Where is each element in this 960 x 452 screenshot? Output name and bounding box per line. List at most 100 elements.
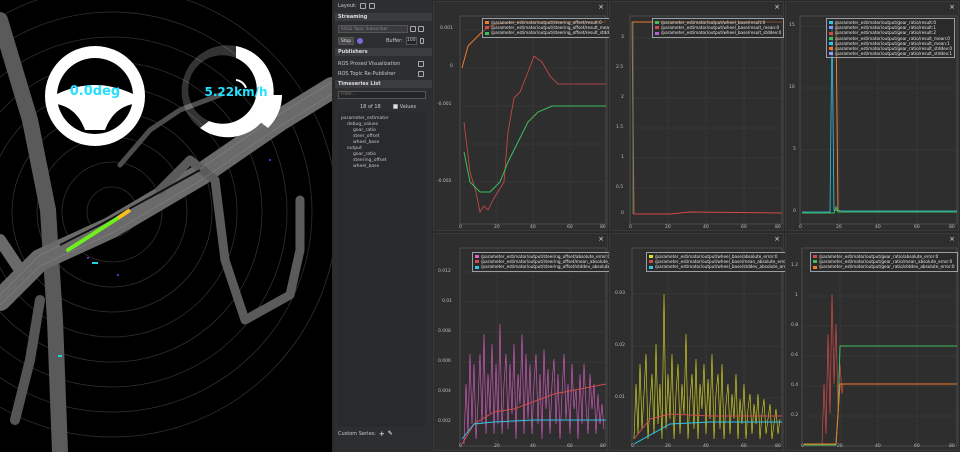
tree-item[interactable]: debug_values — [347, 122, 378, 127]
axis-tick-label: 60 — [741, 225, 747, 230]
close-plot-icon[interactable]: × — [774, 3, 780, 11]
publisher-item: ROS Prosed Visualization — [338, 60, 401, 67]
axis-tick-label: 20 — [665, 225, 671, 230]
refresh-icon[interactable] — [418, 26, 424, 32]
tree-item[interactable]: wheel_base — [353, 140, 379, 145]
close-plot-icon[interactable]: × — [598, 235, 604, 243]
tree-item[interactable]: wheel_base — [353, 164, 379, 169]
legend-entry[interactable]: /parameter_estimator/output/gear_ratio/s… — [813, 264, 955, 269]
plot-legend: /parameter_estimator/output/gear_ratio/a… — [810, 252, 958, 272]
axis-tick-label: 80 — [600, 225, 606, 230]
legend-entry[interactable]: /parameter_estimator/output/wheel_base/s… — [649, 264, 794, 269]
axis-tick-label: 40 — [703, 444, 709, 449]
axis-tick-label: 20 — [837, 444, 843, 449]
axis-tick-label: 20 — [494, 444, 500, 449]
axis-tick-label: 1.5 — [616, 125, 624, 130]
axis-tick-label: 1.2 — [791, 263, 799, 268]
values-checkbox[interactable] — [392, 104, 398, 109]
axis-tick-label: 0 — [450, 64, 453, 69]
plot-wheel-base-error[interactable]: × /parameter_estimator/output/wheel_base… — [609, 233, 797, 451]
publisher-checkbox[interactable] — [418, 60, 424, 67]
3d-viewer[interactable]: 0.0deg 5.22km/h — [0, 0, 332, 452]
axis-tick-label: 1 — [795, 293, 798, 298]
axis-tick-label: -0.002 — [437, 179, 452, 184]
values-label: Values — [399, 103, 417, 110]
axis-tick-label: 3 — [621, 35, 624, 40]
plot-legend: /parameter_estimator/output/wheel_base/a… — [646, 252, 797, 272]
layout-label: Layout: — [338, 2, 357, 9]
axis-tick-label: 5 — [793, 147, 796, 152]
streaming-header: Streaming — [335, 13, 432, 21]
close-plot-icon[interactable]: × — [949, 3, 955, 11]
axis-tick-label: 0.008 — [438, 329, 451, 334]
close-plot-icon[interactable]: × — [949, 235, 955, 243]
axis-tick-label: 80 — [600, 444, 606, 449]
axis-tick-label: 40 — [530, 225, 536, 230]
steering-angle-readout: 0.0deg — [69, 84, 121, 99]
streaming-source-select[interactable]: ROS2 Topic Subscriber — [338, 25, 408, 33]
axis-tick-label: 0.001 — [440, 26, 453, 31]
axis-tick-label: 0.5 — [616, 185, 624, 190]
tree-item[interactable]: parameter_estimator — [341, 116, 389, 121]
legend-entry[interactable]: /parameter_estimator/output/steering_off… — [485, 30, 618, 35]
load-layout-icon[interactable] — [359, 2, 366, 9]
axis-tick-label: 20 — [494, 225, 500, 230]
tree-item[interactable]: steering_offset — [353, 158, 386, 163]
edit-icon[interactable]: ✎ — [388, 430, 393, 437]
axis-tick-label: 0 — [459, 225, 462, 230]
legend-entry[interactable]: /parameter_estimator/output/gear_ratio/r… — [829, 51, 952, 56]
close-plot-icon[interactable]: × — [598, 3, 604, 11]
publisher-checkbox[interactable] — [418, 70, 424, 77]
axis-tick-label: 10 — [789, 85, 795, 90]
axis-tick-label: 15 — [789, 23, 795, 28]
axis-tick-label: 40 — [703, 225, 709, 230]
axis-tick-label: 0.02 — [615, 343, 626, 348]
custom-series-label: Custom Series: — [338, 430, 376, 437]
axis-tick-label: 0.6 — [791, 353, 799, 358]
plot-legend: /parameter_estimator/output/gear_ratio/r… — [826, 18, 956, 59]
plot-wheel-base[interactable]: × /parameter_estimator/output/wheel_base… — [609, 1, 785, 231]
add-icon[interactable]: + — [379, 430, 385, 438]
plot-gear-ratio-error[interactable]: × /parameter_estimator/output/gear_ratio… — [785, 233, 959, 451]
plot-area: × /parameter_estimator/output/steering_o… — [432, 0, 960, 452]
map-render — [0, 0, 332, 452]
buffer-label: Buffer: — [386, 38, 403, 44]
axis-tick-label: 0.006 — [438, 359, 451, 364]
stop-button[interactable]: Stop — [338, 37, 354, 45]
filter-input[interactable]: Filter... — [338, 91, 426, 99]
legend-entry[interactable]: /parameter_estimator/output/steering_off… — [475, 264, 626, 269]
series-count: 18 of 18 — [360, 103, 381, 110]
tree-item[interactable]: gear_ratio — [353, 128, 376, 133]
publisher-item: ROS Topic Re-Publisher — [338, 70, 396, 77]
axis-tick-label: 80 — [775, 225, 781, 230]
axis-tick-label: 0 — [621, 211, 624, 216]
streaming-status-icon — [357, 38, 363, 44]
plot-steering-offset-error[interactable]: × /parameter_estimator/output/steering_o… — [433, 233, 630, 451]
axis-tick-label: 20 — [836, 225, 842, 230]
axis-tick-label: 0 — [801, 444, 804, 449]
axis-tick-label: 2.5 — [616, 65, 624, 70]
axis-tick-label: 0.01 — [615, 395, 626, 400]
axis-tick-label: 60 — [741, 444, 747, 449]
axis-tick-label: 80 — [949, 225, 955, 230]
close-plot-icon[interactable]: × — [774, 235, 780, 243]
plot-steering-offset[interactable]: × /parameter_estimator/output/steering_o… — [433, 1, 621, 231]
legend-entry[interactable]: /parameter_estimator/output/wheel_base/r… — [655, 30, 781, 35]
save-layout-icon[interactable] — [368, 2, 375, 9]
axis-tick-label: 2 — [621, 95, 624, 100]
speed-readout: 5.22km/h — [204, 85, 268, 99]
settings-icon[interactable] — [410, 26, 416, 32]
tree-item[interactable]: gear_ratio — [353, 152, 376, 157]
plot-gear-ratio[interactable]: × /parameter_estimator/output/gear_ratio… — [785, 1, 959, 231]
axis-tick-label: 0 — [631, 444, 634, 449]
plot-legend: /parameter_estimator/output/steering_off… — [482, 18, 621, 38]
axis-tick-label: 0.4 — [791, 383, 799, 388]
axis-tick-label: 0 — [799, 225, 802, 230]
axis-tick-label: 60 — [567, 444, 573, 449]
plot-legend: /parameter_estimator/output/steering_off… — [472, 252, 630, 272]
buffer-spin-icon[interactable] — [419, 38, 424, 44]
tree-item[interactable]: output — [347, 146, 362, 151]
tree-item[interactable]: steer_offset — [353, 134, 379, 139]
timeseries-tree[interactable]: parameter_estimator debug_values gear_ra… — [338, 112, 426, 427]
buffer-input[interactable]: 100 — [405, 37, 417, 45]
